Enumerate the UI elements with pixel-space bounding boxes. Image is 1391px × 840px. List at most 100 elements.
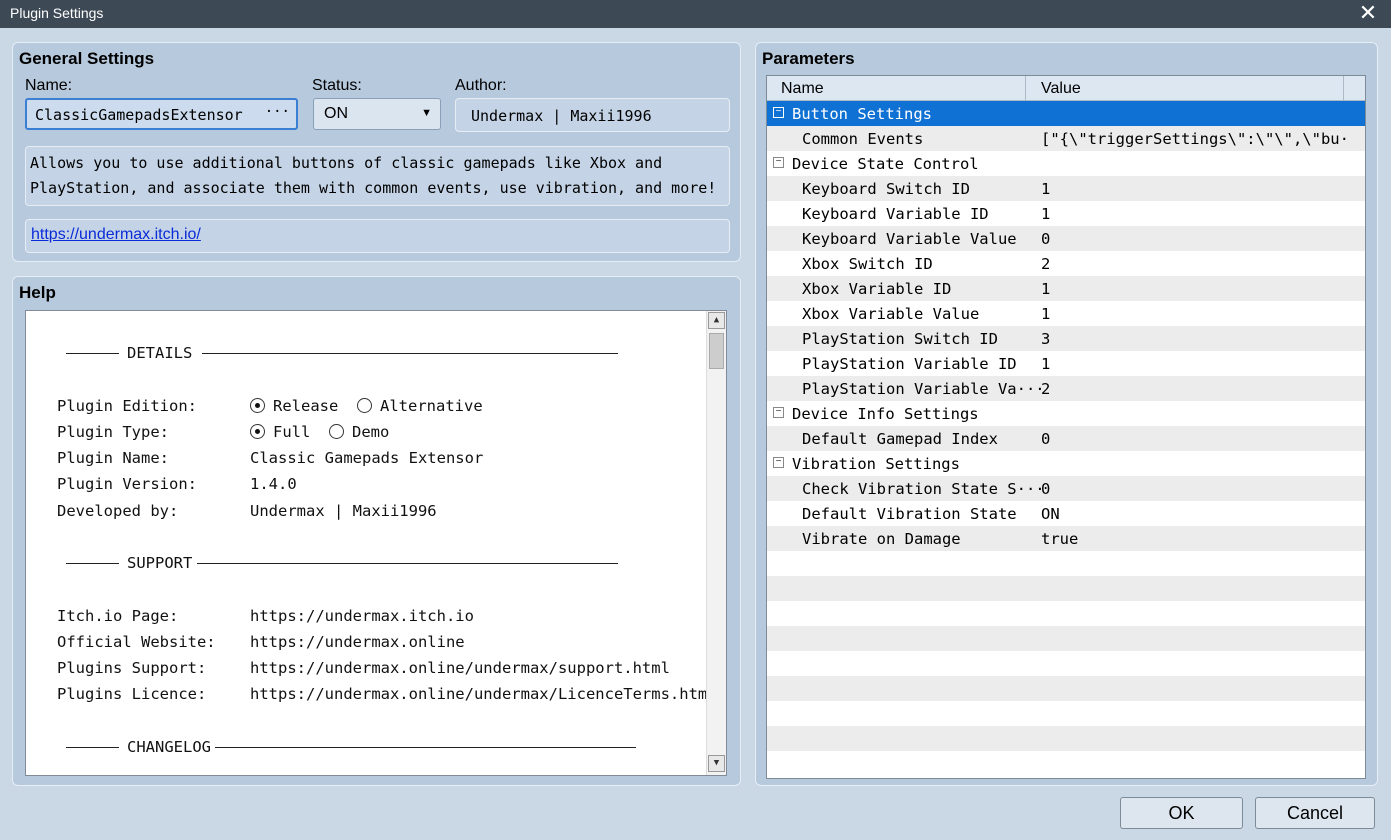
radio-full[interactable] bbox=[250, 424, 265, 439]
cancel-button[interactable]: Cancel bbox=[1255, 797, 1375, 829]
radio-demo[interactable] bbox=[329, 424, 344, 439]
website-label: Official Website: bbox=[57, 633, 216, 651]
empty-row bbox=[767, 626, 1365, 651]
parameter-name: Vibration Settings bbox=[792, 455, 960, 473]
scroll-down-icon[interactable]: ▼ bbox=[708, 755, 725, 772]
parameter-row[interactable]: Common Events ["{\"triggerSettings\":\"\"… bbox=[767, 126, 1365, 151]
grid-header: Name Value bbox=[767, 76, 1365, 101]
empty-row bbox=[767, 601, 1365, 626]
parameter-value: 2 bbox=[1041, 255, 1051, 273]
close-icon[interactable]: ✕ bbox=[1353, 0, 1383, 28]
empty-row bbox=[767, 551, 1365, 576]
column-separator bbox=[1025, 76, 1026, 101]
parameter-name: Check Vibration State S··· bbox=[802, 480, 1045, 498]
help-panel: Help DETAILS Plugin Edition: Release Alt… bbox=[12, 276, 741, 786]
divider bbox=[66, 747, 119, 748]
parameter-row[interactable]: PlayStation Switch ID 3 bbox=[767, 326, 1365, 351]
changelog-heading: CHANGELOG bbox=[127, 738, 211, 756]
parameter-value: 2 bbox=[1041, 380, 1051, 398]
divider bbox=[215, 747, 636, 748]
parameter-name: Keyboard Variable ID bbox=[802, 205, 989, 223]
dialog-body: General Settings Name: Status: Author: C… bbox=[0, 28, 1391, 840]
ok-button[interactable]: OK bbox=[1120, 797, 1243, 829]
parameter-row[interactable]: Check Vibration State S··· 0 bbox=[767, 476, 1365, 501]
licence-value: https://undermax.online/undermax/Licence… bbox=[250, 685, 706, 703]
parameter-name: Xbox Variable Value bbox=[802, 305, 980, 323]
demo-label: Demo bbox=[352, 423, 390, 441]
parameter-row[interactable]: Vibrate on Damage true bbox=[767, 526, 1365, 551]
parameters-grid[interactable]: Name Value − Button Settings Common Events… bbox=[766, 75, 1366, 779]
empty-row bbox=[767, 751, 1365, 776]
window-title: Plugin Settings bbox=[10, 5, 104, 21]
parameter-group-row[interactable]: − Device State Control bbox=[767, 151, 1365, 176]
status-label: Status: bbox=[312, 77, 362, 94]
parameters-panel: Parameters Name Value − Button Settings Co… bbox=[755, 42, 1378, 786]
parameter-value: 0 bbox=[1041, 230, 1051, 248]
version-label: Plugin Version: bbox=[57, 475, 197, 493]
column-value-header[interactable]: Value bbox=[1041, 80, 1081, 98]
divider bbox=[197, 563, 618, 564]
empty-row bbox=[767, 726, 1365, 751]
browse-button[interactable]: ··· bbox=[265, 104, 290, 120]
plugin-url-link[interactable]: https://undermax.itch.io/ bbox=[31, 226, 201, 243]
name-label: Name: bbox=[25, 77, 73, 94]
title-bar: Plugin Settings ✕ bbox=[0, 0, 1391, 28]
radio-release[interactable] bbox=[250, 398, 265, 413]
parameter-value: ["{\"triggerSettings\":\"\",\"bu··· bbox=[1041, 130, 1346, 148]
collapse-icon[interactable]: − bbox=[773, 407, 784, 418]
parameter-value: 0 bbox=[1041, 430, 1051, 448]
parameter-value: 1 bbox=[1041, 205, 1051, 223]
parameter-group-row[interactable]: − Vibration Settings bbox=[767, 451, 1365, 476]
scroll-up-icon[interactable]: ▲ bbox=[708, 312, 725, 329]
scroll-thumb[interactable] bbox=[709, 333, 724, 369]
collapse-icon[interactable]: − bbox=[773, 157, 784, 168]
parameter-row[interactable]: PlayStation Variable ID 1 bbox=[767, 351, 1365, 376]
author-label: Author: bbox=[455, 77, 507, 94]
divider bbox=[202, 353, 618, 354]
help-content: DETAILS Plugin Edition: Release Alternat… bbox=[26, 311, 706, 775]
plugin-name-field[interactable]: ClassicGamepadsExtensor ··· bbox=[25, 98, 298, 130]
parameter-row[interactable]: Default Gamepad Index 0 bbox=[767, 426, 1365, 451]
status-select[interactable]: ON ▼ bbox=[313, 98, 441, 130]
radio-alternative[interactable] bbox=[357, 398, 372, 413]
parameter-name: Common Events bbox=[802, 130, 924, 148]
parameter-value: 0 bbox=[1041, 480, 1051, 498]
support-heading: SUPPORT bbox=[127, 554, 193, 572]
details-heading: DETAILS bbox=[127, 344, 193, 362]
author-value: Undermax | Maxii1996 bbox=[471, 107, 652, 125]
parameter-value: 3 bbox=[1041, 330, 1051, 348]
parameter-row[interactable]: Keyboard Variable ID 1 bbox=[767, 201, 1365, 226]
parameters-title: Parameters bbox=[762, 49, 855, 68]
parameter-name: Xbox Variable ID bbox=[802, 280, 952, 298]
parameter-row[interactable]: Xbox Variable ID 1 bbox=[767, 276, 1365, 301]
collapse-icon[interactable]: − bbox=[773, 457, 784, 468]
help-scrollbar[interactable]: ▲ ▼ bbox=[706, 311, 726, 775]
parameter-value: 1 bbox=[1041, 180, 1051, 198]
parameter-name: Keyboard Switch ID bbox=[802, 180, 970, 198]
parameter-value: 1 bbox=[1041, 280, 1051, 298]
parameter-row[interactable]: Xbox Switch ID 2 bbox=[767, 251, 1365, 276]
parameter-row[interactable]: Keyboard Variable Value 0 bbox=[767, 226, 1365, 251]
parameter-name: PlayStation Variable ID bbox=[802, 355, 1017, 373]
parameter-row[interactable]: Xbox Variable Value 1 bbox=[767, 301, 1365, 326]
general-settings-title: General Settings bbox=[19, 49, 155, 68]
developer-label: Developed by: bbox=[57, 502, 179, 520]
help-text-area[interactable]: DETAILS Plugin Edition: Release Alternat… bbox=[25, 310, 727, 776]
parameter-name: Device Info Settings bbox=[792, 405, 979, 423]
parameter-value: ON bbox=[1041, 505, 1060, 523]
parameter-name: Default Vibration State bbox=[802, 505, 1017, 523]
plugin-name-label: Plugin Name: bbox=[57, 449, 169, 467]
type-label: Plugin Type: bbox=[57, 423, 169, 441]
column-name-header[interactable]: Name bbox=[781, 80, 824, 98]
empty-row bbox=[767, 651, 1365, 676]
parameter-row[interactable]: Default Vibration State ON bbox=[767, 501, 1365, 526]
parameter-group-row[interactable]: − Button Settings bbox=[767, 101, 1365, 126]
parameter-row[interactable]: Keyboard Switch ID 1 bbox=[767, 176, 1365, 201]
alternative-label: Alternative bbox=[380, 397, 483, 415]
parameter-row[interactable]: PlayStation Variable Va··· 2 bbox=[767, 376, 1365, 401]
divider bbox=[66, 353, 119, 354]
collapse-icon[interactable]: − bbox=[773, 107, 784, 118]
parameter-group-row[interactable]: − Device Info Settings bbox=[767, 401, 1365, 426]
parameter-value: 1 bbox=[1041, 355, 1051, 373]
parameter-name: Keyboard Variable Value bbox=[802, 230, 1017, 248]
